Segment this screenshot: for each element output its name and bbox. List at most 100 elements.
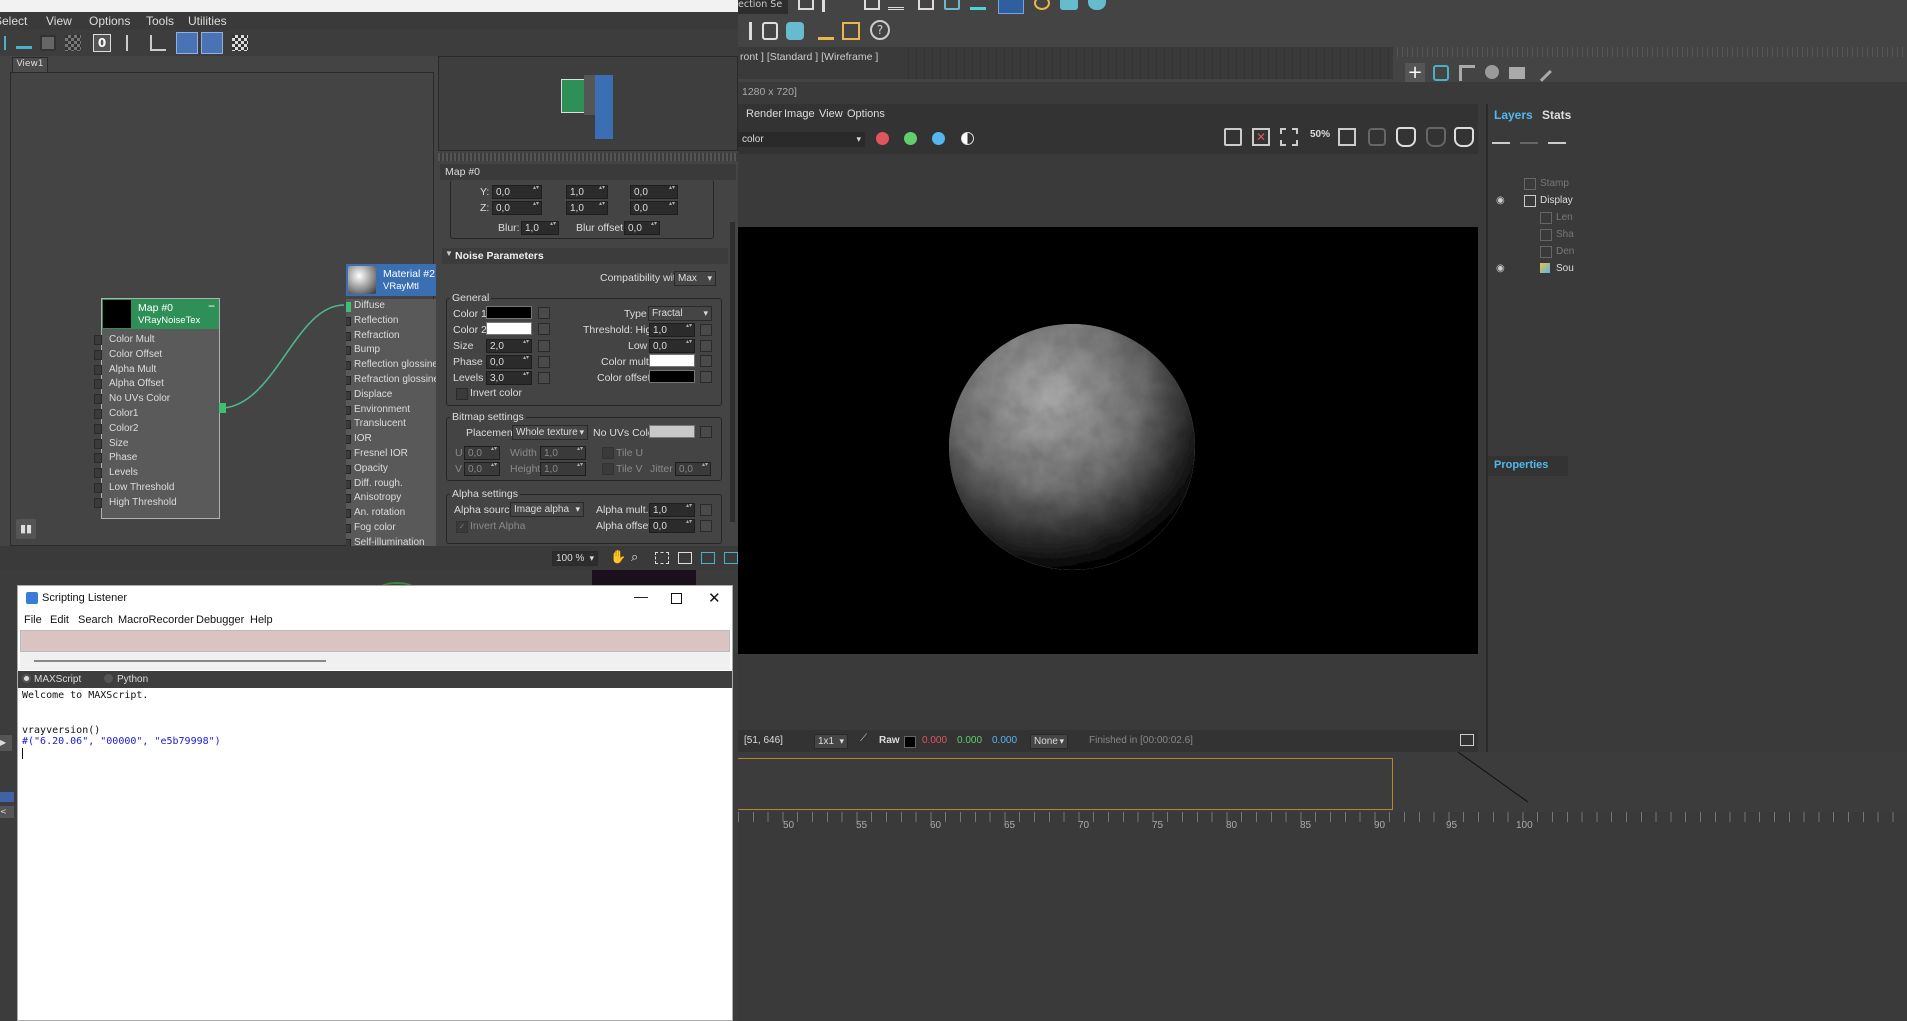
input-socket[interactable] [94, 394, 102, 405]
port-color2[interactable]: Color2 [94, 422, 219, 437]
none-dropdown[interactable]: None [1030, 734, 1068, 749]
phase-spinner[interactable]: 0,0 [486, 354, 532, 369]
port-color-offset[interactable]: Color Offset [94, 348, 219, 363]
side-button-2[interactable] [0, 792, 14, 802]
node-map0[interactable]: Map #0 VRayNoiseTex − Color Mult Color O… [94, 298, 226, 519]
slot-ior[interactable]: IOR [346, 432, 436, 447]
hierarchy-tab-icon[interactable] [1459, 65, 1475, 81]
type-dropdown[interactable]: Fractal [648, 306, 712, 321]
scene-explorer-icon[interactable] [864, 0, 880, 10]
color1-swatch[interactable] [486, 306, 532, 319]
slot-opacity[interactable]: Opacity [346, 462, 436, 477]
port-size[interactable]: Size [94, 437, 219, 452]
levels-map-button[interactable] [538, 372, 550, 384]
slot-anisotropy[interactable]: Anisotropy [346, 491, 436, 506]
slot-an-rotation[interactable]: An. rotation [346, 506, 436, 521]
delete-layer-icon[interactable] [1520, 130, 1538, 144]
no-uvs-map-button[interactable] [700, 426, 712, 438]
selection-set-dropdown[interactable]: ection Se [738, 0, 788, 14]
input-socket[interactable] [94, 482, 102, 493]
menu-options[interactable]: Options [89, 14, 130, 28]
menu-tools[interactable]: Tools [146, 14, 174, 28]
port-phase[interactable]: Phase [94, 451, 219, 466]
slot-reflection[interactable]: Reflection [346, 314, 436, 329]
zoom-extents-selected-icon[interactable] [701, 552, 715, 564]
input-socket[interactable] [94, 364, 102, 375]
input-socket[interactable] [94, 497, 102, 508]
fit-icon[interactable] [1338, 128, 1356, 146]
slot-fog-color[interactable]: Fog color [346, 521, 436, 536]
navigator-panel[interactable] [438, 56, 738, 151]
layer-explorer-icon[interactable] [888, 0, 904, 10]
slot-displace[interactable]: Displace [346, 388, 436, 403]
listener-menu-search[interactable]: Search [78, 614, 113, 626]
display-tab-icon[interactable] [1509, 67, 1525, 79]
zoom-extents-icon[interactable] [678, 552, 692, 564]
vfb-channel-dropdown[interactable]: color [738, 132, 865, 147]
move-children-icon[interactable] [126, 35, 140, 51]
region-render-icon[interactable] [1280, 128, 1298, 146]
layer-lens[interactable]: Len [1488, 209, 1588, 226]
splitter[interactable] [438, 153, 738, 161]
node-material2[interactable]: Material #2 VRayMtl Diffuse Reflection R… [346, 264, 436, 547]
color-offset-swatch[interactable] [649, 370, 695, 383]
blur-offset-spinner[interactable]: 0,0 [624, 220, 660, 235]
vfb-menu-view[interactable]: View [819, 108, 843, 120]
eye-icon[interactable]: ◉ [1496, 260, 1505, 277]
color2-map-button[interactable] [538, 323, 550, 335]
select-by-material-icon[interactable] [232, 35, 248, 51]
node-material2-header[interactable]: Material #2 VRayMtl [346, 264, 436, 296]
input-socket[interactable] [94, 335, 102, 345]
port-alpha-mult[interactable]: Alpha Mult [94, 363, 219, 378]
listener-menu-debugger[interactable]: Debugger [196, 614, 244, 626]
slot-diff-rough[interactable]: Diff. rough. [346, 477, 436, 492]
curve-editor-icon[interactable] [944, 0, 960, 10]
view-tab[interactable]: View1 [12, 57, 48, 73]
layer-stamp[interactable]: Stamp [1488, 175, 1588, 192]
fit-all-icon[interactable] [724, 552, 738, 564]
slot-reflection-glossiness[interactable]: Reflection glossines [346, 358, 436, 373]
binoculars-icon[interactable]: ▮▮ [16, 519, 36, 539]
rendered-frame-window-icon[interactable] [1060, 0, 1078, 10]
interactive-render-icon[interactable] [1426, 127, 1446, 147]
phase-map-button[interactable] [538, 356, 550, 368]
render-production-icon[interactable] [1088, 0, 1106, 10]
alpha-mult-spinner[interactable]: 1,0 [649, 502, 695, 517]
listener-menu-edit[interactable]: Edit [50, 614, 69, 626]
zoom-icon[interactable]: ⌕ [631, 549, 638, 565]
viewport-label[interactable]: ront ] [Standard ] [Wireframe ] [740, 51, 878, 63]
port-alpha-offset[interactable]: Alpha Offset [94, 377, 219, 392]
create-tab-icon[interactable]: + [1405, 63, 1425, 83]
motion-tab-icon[interactable] [1485, 65, 1499, 79]
color2-swatch[interactable] [486, 322, 532, 335]
color-mult-swatch[interactable] [649, 354, 695, 367]
coord-y-angle[interactable]: 0,0 [630, 184, 678, 199]
maxscript-radio[interactable] [22, 674, 31, 683]
color-mult-map-button[interactable] [700, 355, 712, 367]
listener-output[interactable]: Welcome to MAXScript. vrayversion() #("6… [22, 690, 730, 1020]
render-canvas[interactable] [738, 227, 1478, 654]
nav-icon[interactable] [201, 32, 223, 54]
low-map-button[interactable] [700, 340, 712, 352]
diffuse-connected-socket[interactable] [346, 302, 351, 312]
menu-view[interactable]: View [46, 14, 72, 28]
input-socket[interactable] [94, 349, 102, 360]
side-button-1[interactable]: ▶ [0, 735, 12, 751]
node-view[interactable]: Map #0 VRayNoiseTex − Color Mult Color O… [10, 72, 436, 547]
slate-editor-icon[interactable] [998, 0, 1024, 14]
coord-y-offset[interactable]: 0,0 [492, 184, 542, 199]
scale-dropdown[interactable]: 1x1 [814, 734, 848, 749]
render-setup-icon[interactable] [1034, 0, 1050, 10]
stop-render-icon[interactable] [1454, 127, 1474, 147]
render-icon[interactable] [1396, 127, 1416, 147]
port-color-mult[interactable]: Color Mult [94, 333, 219, 348]
node-map0-header[interactable]: Map #0 VRayNoiseTex − [102, 299, 219, 329]
clear-image-icon[interactable]: ✕ [1252, 128, 1270, 146]
vray-light-icon[interactable] [818, 22, 834, 40]
vray-tool-3-icon[interactable] [786, 22, 804, 40]
utilities-tab-icon[interactable] [1532, 62, 1552, 82]
slot-bump[interactable]: Bump [346, 343, 436, 358]
alpha-offset-spinner[interactable]: 0,0 [649, 518, 695, 533]
levels-spinner[interactable]: 3,0 [486, 370, 532, 385]
help-icon[interactable]: ? [870, 20, 890, 40]
